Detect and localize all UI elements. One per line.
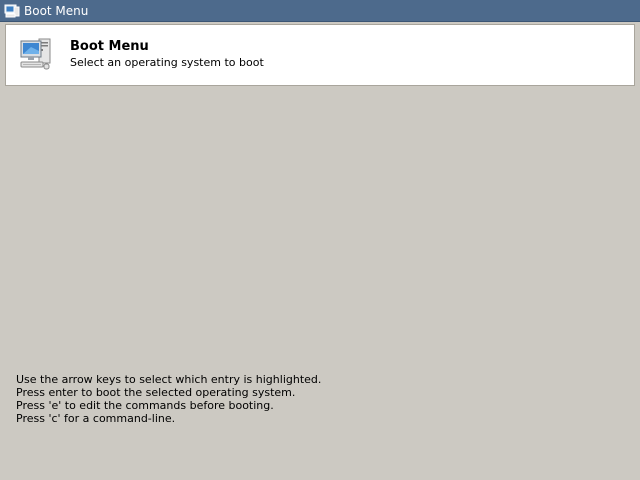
instruction-line: Press 'e' to edit the commands before bo… — [16, 399, 274, 412]
computer-icon — [19, 36, 55, 72]
computer-icon — [4, 3, 20, 19]
header-panel: Boot Menu Select an operating system to … — [5, 24, 635, 86]
instruction-line: Press 'c' for a command-line. — [16, 412, 176, 425]
header-title: Boot Menu — [70, 39, 149, 54]
boot-menu-window: Boot Menu Boot Menu Select an operating … — [0, 0, 640, 480]
title-bar: Boot Menu — [0, 0, 640, 22]
instruction-line: Press enter to boot the selected operati… — [16, 386, 296, 399]
header-subtitle: Select an operating system to boot — [70, 56, 264, 69]
instruction-line: Use the arrow keys to select which entry… — [16, 373, 322, 386]
window-title: Boot Menu — [24, 4, 89, 18]
instructions: Use the arrow keys to select which entry… — [16, 373, 616, 425]
